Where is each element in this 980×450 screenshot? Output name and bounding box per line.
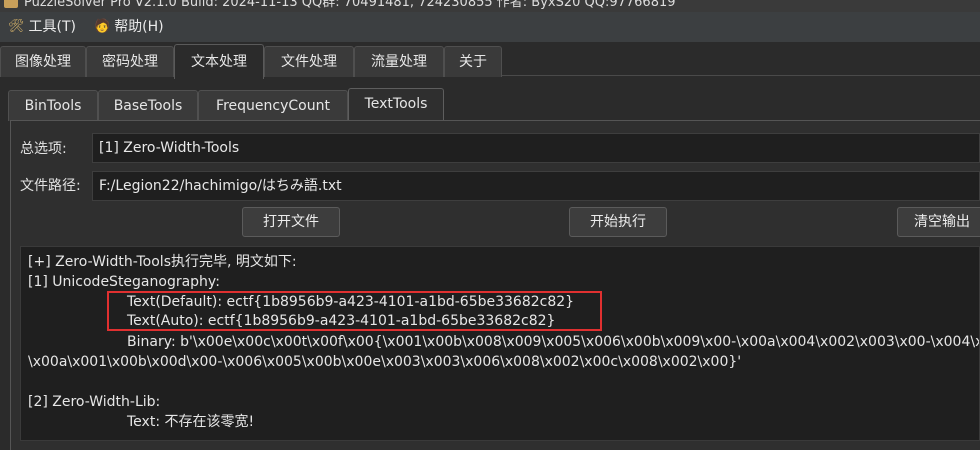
- output-line: \x00a\x001\x00b\x00d\x00-\x006\x005\x00b…: [28, 354, 742, 370]
- tab-crypto-processing[interactable]: 密码处理: [86, 46, 174, 77]
- output-line: [+] Zero-Width-Tools执行完毕, 明文如下:: [28, 254, 297, 270]
- tab-file-processing[interactable]: 文件处理: [264, 46, 354, 77]
- subtab-basetools[interactable]: BaseTools: [98, 90, 198, 121]
- window-title: PuzzleSolver Pro V2.1.0 Build: 2024-11-1…: [24, 0, 676, 10]
- menu-help-label: 帮助(H): [114, 19, 164, 35]
- output-line: [2] Zero-Width-Lib:: [28, 394, 161, 410]
- menu-tools-label: 工具(T): [28, 19, 76, 35]
- menu-help[interactable]: 🧑 帮助(H): [90, 17, 168, 37]
- execute-button[interactable]: 开始执行: [569, 207, 667, 237]
- tab-about[interactable]: 关于: [444, 46, 502, 77]
- output-line: [1] UnicodeSteganography:: [28, 274, 220, 290]
- path-label: 文件路径:: [20, 178, 81, 194]
- menu-tools[interactable]: 🛠 工具(T): [4, 17, 80, 37]
- help-person-icon: 🧑: [94, 19, 111, 34]
- app-logo-icon: [4, 0, 18, 8]
- open-file-button[interactable]: 打开文件: [242, 207, 340, 237]
- subtab-texttools[interactable]: TextTools: [348, 88, 444, 121]
- subtab-frequencycount[interactable]: FrequencyCount: [198, 90, 348, 121]
- title-bar: PuzzleSolver Pro V2.1.0 Build: 2024-11-1…: [0, 0, 980, 12]
- output-line: Binary: b'\x00e\x00c\x00t\x00f\x00{\x001…: [127, 334, 979, 350]
- tab-text-processing[interactable]: 文本处理: [174, 44, 264, 79]
- clear-output-button[interactable]: 清空输出: [897, 207, 980, 237]
- main-tab-bar: 图像处理 密码处理 文本处理 文件处理 流量处理 关于: [0, 42, 980, 79]
- tab-image-processing[interactable]: 图像处理: [0, 46, 86, 77]
- output-textarea[interactable]: [+] Zero-Width-Tools执行完毕, 明文如下: [1] Unic…: [20, 246, 980, 441]
- file-path-input[interactable]: F:/Legion22/hachimigo/はちみ語.txt: [92, 171, 980, 201]
- option-label: 总选项:: [20, 141, 67, 157]
- menu-bar: 🛠 工具(T) 🧑 帮助(H): [0, 12, 980, 42]
- tab-traffic-processing[interactable]: 流量处理: [354, 46, 444, 77]
- tools-icon: 🛠: [8, 19, 25, 34]
- option-select[interactable]: [1] Zero-Width-Tools: [92, 133, 980, 163]
- flag-highlight-box: [107, 291, 602, 331]
- subtab-bintools[interactable]: BinTools: [8, 90, 98, 121]
- sub-tab-bar: BinTools BaseTools FrequencyCount TextTo…: [0, 76, 980, 121]
- output-line: Text: 不存在该零宽!: [127, 414, 255, 430]
